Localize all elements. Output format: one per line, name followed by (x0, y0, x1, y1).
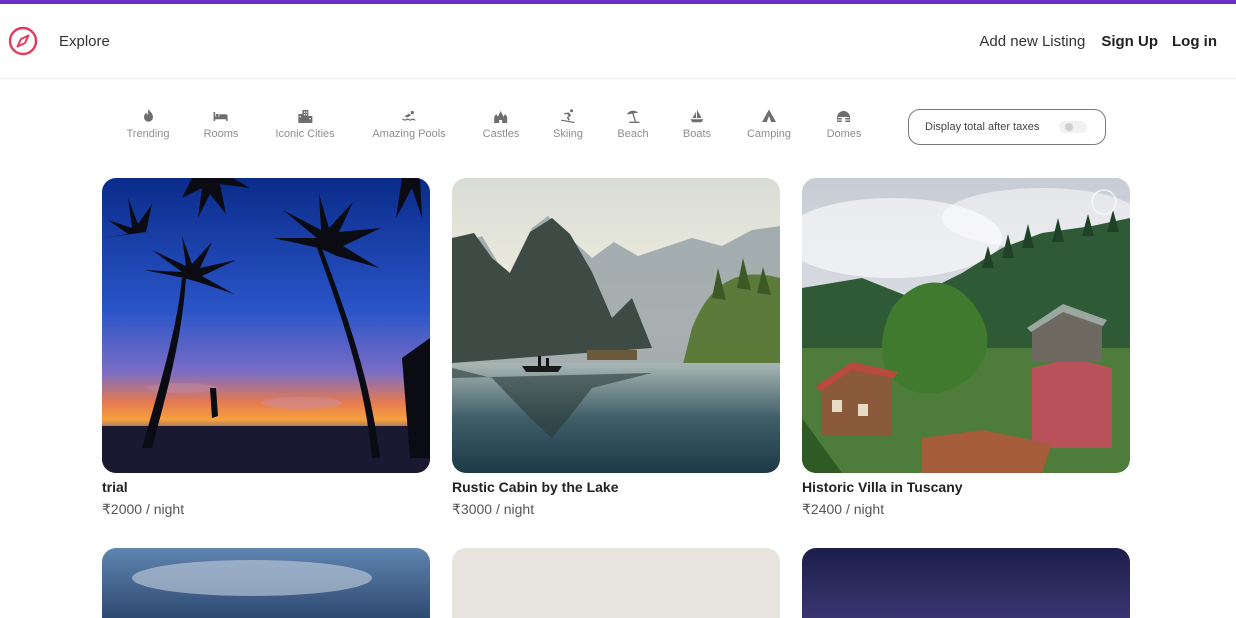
umbrella-icon (626, 110, 639, 123)
tax-switch[interactable] (1059, 121, 1087, 133)
filter-label: Boats (682, 128, 712, 140)
filter-camping[interactable]: Camping (747, 108, 791, 140)
nav-explore-link[interactable]: Explore (59, 33, 110, 50)
filter-boats[interactable]: Boats (683, 108, 711, 140)
skiing-icon (560, 109, 575, 124)
log-in-link[interactable]: Log in (1172, 33, 1217, 50)
nav-actions: Add new Listing Sign Up Log in (979, 33, 1217, 50)
cloudy-sky-image (102, 548, 430, 618)
bed-icon (214, 112, 228, 121)
filter-skiing[interactable]: Skiing (553, 108, 583, 140)
filter-beach[interactable]: Beach (617, 108, 649, 140)
sailboat-icon (690, 109, 704, 123)
listing-price: ₹2000 / night (102, 501, 185, 517)
listing-title: Rustic Cabin by the Lake (452, 479, 619, 495)
listing-card-partial[interactable] (802, 548, 1130, 618)
listing-card-partial[interactable] (452, 548, 780, 618)
listing-price: ₹2400 / night (802, 501, 885, 517)
switch-knob (1065, 123, 1073, 131)
filter-castles[interactable]: Castles (482, 108, 520, 140)
tax-toggle-label: Display total after taxes (925, 121, 1040, 133)
listing-title: trial (102, 479, 128, 495)
filter-label: Castles (482, 128, 520, 140)
igloo-icon (837, 111, 851, 122)
filter-label: Trending (126, 128, 170, 140)
filter-rooms[interactable]: Rooms (203, 108, 239, 140)
tent-icon (762, 109, 776, 122)
tropical-sunset-image (102, 178, 430, 473)
filter-trending[interactable]: Trending (126, 108, 170, 140)
night-sky-image (802, 548, 1130, 618)
filter-domes[interactable]: Domes (826, 108, 862, 140)
filter-label: Amazing Pools (372, 128, 446, 140)
lake-mountains-image (452, 178, 780, 473)
compass-icon[interactable] (8, 26, 38, 56)
listing-image[interactable] (102, 178, 430, 473)
filter-amazing-pools[interactable]: Amazing Pools (372, 108, 446, 140)
filter-label: Skiing (553, 128, 583, 140)
filter-label: Camping (746, 128, 792, 140)
pool-icon (401, 110, 416, 121)
tax-toggle[interactable]: Display total after taxes (908, 109, 1106, 145)
listing-card[interactable]: Rustic Cabin by the Lake ₹3000 / night (452, 178, 780, 518)
add-listing-link[interactable]: Add new Listing (979, 33, 1085, 50)
filter-label: Domes (826, 128, 862, 140)
fire-icon (143, 109, 153, 122)
filter-label: Rooms (203, 128, 239, 140)
listing-card-partial[interactable] (102, 548, 430, 618)
castle-icon (494, 111, 508, 123)
listing-price: ₹3000 / night (452, 501, 535, 517)
village-hills-image (802, 178, 1130, 473)
filter-label: Beach (617, 128, 649, 140)
sign-up-link[interactable]: Sign Up (1101, 33, 1158, 50)
listing-card[interactable]: trial ₹2000 / night (102, 178, 430, 518)
navbar: Explore Add new Listing Sign Up Log in (0, 4, 1236, 79)
listing-card[interactable]: Historic Villa in Tuscany ₹2400 / night (802, 178, 1130, 518)
filter-label: Iconic Cities (275, 128, 335, 140)
listing-image[interactable] (802, 178, 1130, 473)
filter-iconic-cities[interactable]: Iconic Cities (275, 108, 335, 140)
city-icon (297, 110, 312, 123)
listing-title: Historic Villa in Tuscany (802, 479, 963, 495)
pale-sky-image (452, 548, 780, 618)
listing-image[interactable] (452, 178, 780, 473)
